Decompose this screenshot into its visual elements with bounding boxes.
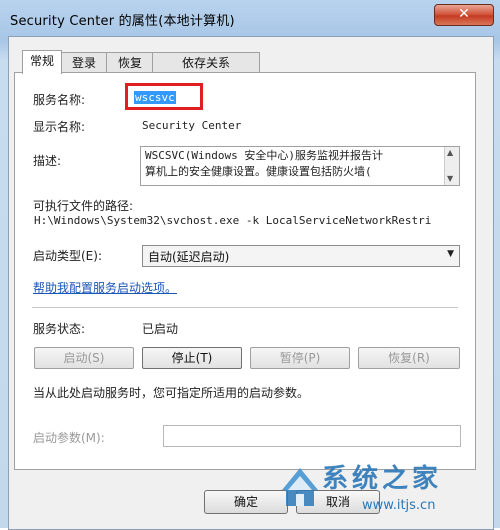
description-scrollbar[interactable]: ▲ ▼ <box>444 147 459 185</box>
close-icon: ✕ <box>458 6 470 22</box>
display-name-value[interactable]: Security Center <box>142 119 241 132</box>
description-line: 算机上的安全健康设置。健康设置包括防火墙( <box>145 165 372 178</box>
service-name-label: 服务名称: <box>33 93 86 107</box>
exe-path-value[interactable]: H:\Windows\System32\svchost.exe -k Local… <box>34 214 460 227</box>
pause-button[interactable]: 暂停(P) <box>250 347 350 369</box>
window-title: Security Center 的属性(本地计算机) <box>10 14 235 29</box>
description-label: 描述: <box>33 154 62 168</box>
exe-path-label: 可执行文件的路径: <box>33 199 134 213</box>
resume-button[interactable]: 恢复(R) <box>358 347 460 369</box>
description-text: WSCSVC(Windows 安全中心)服务监视并报告计 算机上的安全健康设置。… <box>145 148 435 180</box>
title-bar[interactable]: Security Center 的属性(本地计算机) ✕ <box>0 0 500 36</box>
close-button[interactable]: ✕ <box>434 4 494 26</box>
description-textbox[interactable]: WSCSVC(Windows 安全中心)服务监视并报告计 算机上的安全健康设置。… <box>140 146 460 186</box>
tab-recovery[interactable]: 恢复 <box>106 52 154 73</box>
divider <box>32 307 458 308</box>
window-frame: Security Center 的属性(本地计算机) ✕ 常规 登录 恢复 依存… <box>0 0 500 530</box>
tab-general[interactable]: 常规 <box>22 50 62 74</box>
start-params-input[interactable] <box>163 425 461 447</box>
scroll-up-icon[interactable]: ▲ <box>447 148 453 157</box>
help-configure-link[interactable]: 帮助我配置服务启动选项。 <box>33 279 177 296</box>
startup-type-value: 自动(延迟启动) <box>148 250 230 264</box>
ok-button[interactable]: 确定 <box>204 490 288 514</box>
watermark-logo-icon <box>282 468 318 506</box>
start-params-label: 启动参数(M): <box>33 431 105 445</box>
service-name-value[interactable]: wscsvc <box>134 91 176 104</box>
tab-logon[interactable]: 登录 <box>60 52 108 73</box>
stop-button[interactable]: 停止(T) <box>142 347 242 369</box>
watermark: 系统之家 www.itjs.cn <box>278 456 494 522</box>
start-button[interactable]: 启动(S) <box>34 347 134 369</box>
startup-type-label: 启动类型(E): <box>33 249 102 263</box>
watermark-text: 系统之家 <box>322 464 443 494</box>
display-name-label: 显示名称: <box>33 120 86 134</box>
description-line: WSCSVC(Windows 安全中心)服务监视并报告计 <box>145 149 383 162</box>
watermark-url: www.itjs.cn <box>362 498 436 513</box>
service-name-highlight: wscsvc <box>125 83 203 110</box>
start-params-hint: 当从此处启动服务时，您可指定所适用的启动参数。 <box>33 386 310 400</box>
startup-type-select[interactable]: 自动(延迟启动) ▼ <box>142 245 460 267</box>
service-status-label: 服务状态: <box>33 322 86 336</box>
scroll-down-icon[interactable]: ▼ <box>447 174 453 183</box>
chevron-down-icon: ▼ <box>447 249 454 259</box>
service-status-value: 已启动 <box>142 322 179 336</box>
tab-dependencies[interactable]: 依存关系 <box>152 52 260 73</box>
